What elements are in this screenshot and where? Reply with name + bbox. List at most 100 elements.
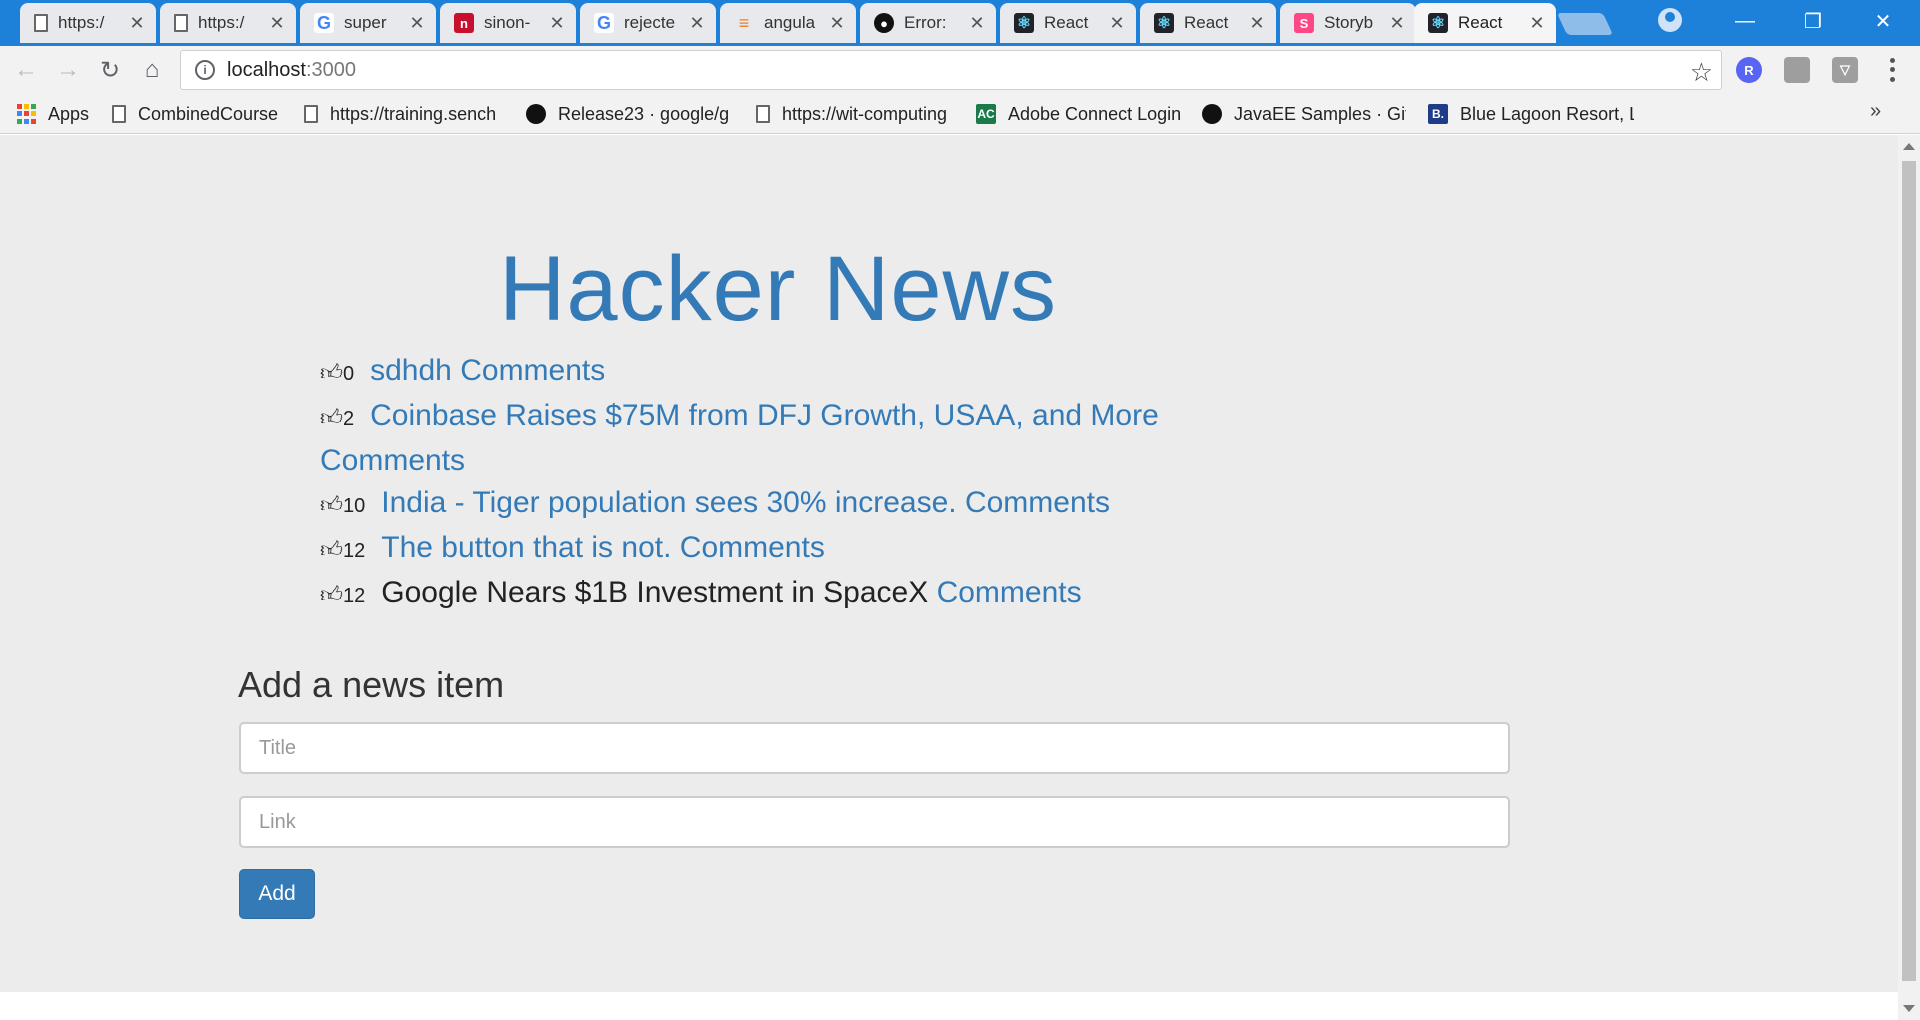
bookmark-apps[interactable]: Apps — [16, 102, 106, 126]
extension-shield-icon[interactable]: ▽ — [1832, 57, 1858, 83]
comments-link[interactable]: Comments — [680, 531, 825, 564]
bookmark-adobe-connect[interactable]: AC Adobe Connect Login — [976, 102, 1182, 126]
back-icon[interactable]: ← — [10, 54, 42, 86]
n-icon: n — [454, 13, 474, 33]
thumbs-up-icon[interactable]: 👍︎ — [320, 484, 343, 526]
info-icon[interactable]: i — [195, 60, 215, 80]
extension-r-icon[interactable]: R — [1736, 57, 1762, 83]
tab-title: sinon- — [484, 13, 531, 32]
tab-5[interactable]: ≡ angula ✕ — [720, 3, 856, 43]
reload-icon[interactable]: ↻ — [94, 54, 126, 86]
bookmark-release23[interactable]: Release23 · google/g — [526, 102, 730, 126]
news-title-link[interactable]: Coinbase Raises $75M from DFJ Growth, US… — [370, 399, 1159, 432]
thumbs-up-icon[interactable]: 👍︎ — [320, 529, 343, 571]
bookmark-label: Blue Lagoon Resort, L — [1460, 103, 1634, 124]
vote-count: 12 — [343, 540, 366, 562]
bookmark-combinedcourse[interactable]: CombinedCourse — [112, 102, 292, 126]
tab-7[interactable]: ⚛ React ✕ — [1000, 3, 1136, 43]
address-bar[interactable]: i localhost:3000 ☆ — [180, 50, 1722, 90]
close-icon[interactable]: ✕ — [1388, 13, 1406, 34]
tab-title: angula — [764, 13, 816, 32]
bookmark-label: https://wit-computing — [782, 103, 948, 124]
vertical-scrollbar[interactable] — [1898, 135, 1920, 1020]
close-icon[interactable]: ✕ — [828, 13, 846, 34]
bookmark-label: Apps — [48, 103, 90, 124]
profile-icon[interactable] — [1658, 8, 1682, 32]
add-news-heading: Add a news item — [238, 664, 505, 705]
tab-6[interactable]: ● Error: ✕ — [860, 3, 996, 43]
thumbs-up-icon[interactable]: 👍︎ — [320, 352, 343, 394]
tab-3[interactable]: n sinon- ✕ — [440, 3, 576, 43]
close-icon[interactable]: ✕ — [1108, 13, 1126, 34]
page-icon — [34, 14, 48, 32]
browser-toolbar: ← → ↻ ⌂ i localhost:3000 ☆ R ▽ — [0, 46, 1920, 94]
close-icon[interactable]: ✕ — [968, 13, 986, 34]
minimize-icon[interactable]: — — [1710, 0, 1780, 42]
bookmark-label: CombinedCourse — [138, 103, 279, 124]
thumbs-up-icon[interactable]: 👍︎ — [320, 574, 343, 616]
comments-link[interactable]: Comments — [965, 486, 1110, 519]
news-item: 👍︎2 Coinbase Raises $75M from DFJ Growth,… — [320, 395, 1220, 482]
close-icon[interactable]: ✕ — [268, 13, 286, 34]
tab-title: React — [1044, 13, 1089, 32]
comments-link[interactable]: Comments — [937, 576, 1082, 609]
menu-icon[interactable] — [1880, 56, 1904, 84]
url-port: :3000 — [305, 58, 356, 81]
link-input[interactable] — [239, 796, 1510, 848]
bookmark-blue-lagoon[interactable]: B. Blue Lagoon Resort, L — [1428, 102, 1634, 126]
adobe-connect-icon: AC — [976, 104, 996, 124]
scroll-up-icon[interactable] — [1903, 143, 1915, 150]
react-icon: ⚛ — [1154, 13, 1174, 33]
extension-window-icon[interactable] — [1784, 57, 1810, 83]
google-icon: G — [594, 13, 614, 33]
close-icon[interactable]: ✕ — [1248, 13, 1266, 34]
bookmark-label: Adobe Connect Login — [1008, 103, 1182, 124]
close-icon[interactable]: ✕ — [408, 13, 426, 34]
news-list: 👍︎0 sdhdh Comments 👍︎2 Coinbase Raises $75… — [320, 350, 1220, 617]
scroll-thumb[interactable] — [1902, 161, 1916, 981]
tab-0[interactable]: https:/ ✕ — [20, 3, 156, 43]
close-window-icon[interactable]: ✕ — [1848, 0, 1918, 42]
thumbs-up-icon[interactable]: 👍︎ — [320, 397, 343, 439]
news-title-link[interactable]: The button that is not. — [381, 531, 671, 564]
react-icon: ⚛ — [1014, 13, 1034, 33]
scroll-down-icon[interactable] — [1903, 1005, 1915, 1012]
tab-active[interactable]: ⚛ React ✕ — [1414, 3, 1556, 43]
new-tab-button[interactable] — [1556, 13, 1614, 35]
news-item: 👍︎0 sdhdh Comments — [320, 350, 1220, 395]
restore-icon[interactable]: ❐ — [1778, 0, 1848, 42]
page-content: Hacker News 👍︎0 sdhdh Comments 👍︎2 Coinbas… — [0, 135, 1898, 992]
tab-9[interactable]: S Storyb ✕ — [1280, 3, 1416, 43]
home-icon[interactable]: ⌂ — [136, 54, 168, 86]
bookmarks-bar: Apps CombinedCourse https://training.sen… — [0, 94, 1920, 134]
bookmarks-overflow-button[interactable]: » — [1870, 100, 1881, 123]
tab-8[interactable]: ⚛ React ✕ — [1140, 3, 1276, 43]
tab-title: React — [1184, 13, 1229, 32]
page-title: Hacker News — [498, 238, 1057, 340]
bookmark-wit-computing[interactable]: https://wit-computing — [756, 102, 960, 126]
close-icon[interactable]: ✕ — [548, 13, 566, 34]
news-title-text: Google Nears $1B Investment in SpaceX — [381, 576, 929, 609]
bookmark-training-sencha[interactable]: https://training.sench — [304, 102, 508, 126]
close-icon[interactable]: ✕ — [688, 13, 706, 34]
close-icon[interactable]: ✕ — [1528, 13, 1546, 34]
bookmark-javaee-samples[interactable]: JavaEE Samples · GitH — [1202, 102, 1406, 126]
tab-4[interactable]: G rejecte ✕ — [580, 3, 716, 43]
tab-strip: https:/ ✕ https:/ ✕ G super ✕ n sinon- ✕… — [0, 0, 1920, 46]
storybook-icon: S — [1294, 13, 1314, 33]
vote-count: 2 — [343, 408, 355, 430]
news-title-link[interactable]: India - Tiger population sees 30% increa… — [381, 486, 956, 519]
tab-2[interactable]: G super ✕ — [300, 3, 436, 43]
star-icon[interactable]: ☆ — [1690, 57, 1713, 88]
comments-link[interactable]: Comments — [320, 444, 465, 477]
add-button[interactable]: Add — [239, 869, 315, 919]
title-input[interactable] — [239, 722, 1510, 774]
news-item: 👍︎12 The button that is not. Comments — [320, 527, 1220, 572]
page-icon — [304, 105, 318, 123]
news-title-link[interactable]: sdhdh — [370, 354, 452, 387]
tab-1[interactable]: https:/ ✕ — [160, 3, 296, 43]
news-item: 👍︎12 Google Nears $1B Investment in Space… — [320, 572, 1220, 617]
forward-icon[interactable]: → — [52, 54, 84, 86]
close-icon[interactable]: ✕ — [128, 13, 146, 34]
comments-link[interactable]: Comments — [460, 354, 605, 387]
